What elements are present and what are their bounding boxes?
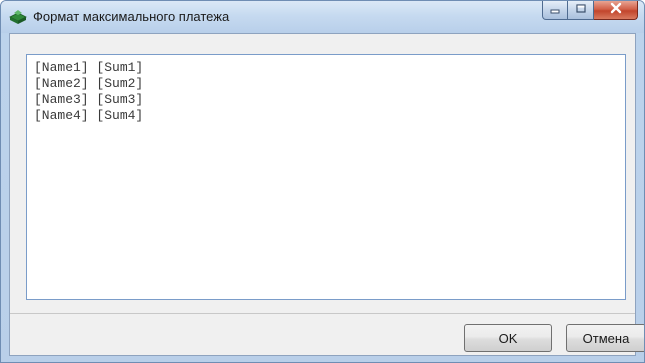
memo-line: [Name3] [Sum3] [34, 92, 144, 107]
title-bar[interactable]: Формат максимального платежа [1, 1, 644, 33]
minimize-icon [549, 1, 561, 19]
window-title: Формат максимального платежа [33, 9, 230, 24]
maximize-button[interactable] [568, 1, 594, 20]
memo-line: [Name2] [Sum2] [34, 76, 144, 91]
ok-button[interactable]: OK [464, 324, 552, 352]
button-bar-divider [10, 313, 635, 314]
format-memo[interactable]: [Name1] [Sum1] [Name2] [Sum2] [Name3] [S… [26, 54, 626, 300]
close-button[interactable] [594, 1, 638, 20]
dialog-window: Формат максимального платежа [Name1] [Su… [0, 0, 645, 363]
app-icon [9, 9, 27, 25]
cancel-button[interactable]: Отмена [566, 324, 644, 352]
memo-line: [Name1] [Sum1] [34, 60, 144, 75]
close-icon [609, 1, 623, 19]
maximize-icon [575, 1, 587, 19]
minimize-button[interactable] [542, 1, 568, 20]
memo-line: [Name4] [Sum4] [34, 108, 144, 123]
caption-buttons [542, 1, 638, 21]
dialog-client-area: [Name1] [Sum1] [Name2] [Sum2] [Name3] [S… [9, 33, 644, 356]
